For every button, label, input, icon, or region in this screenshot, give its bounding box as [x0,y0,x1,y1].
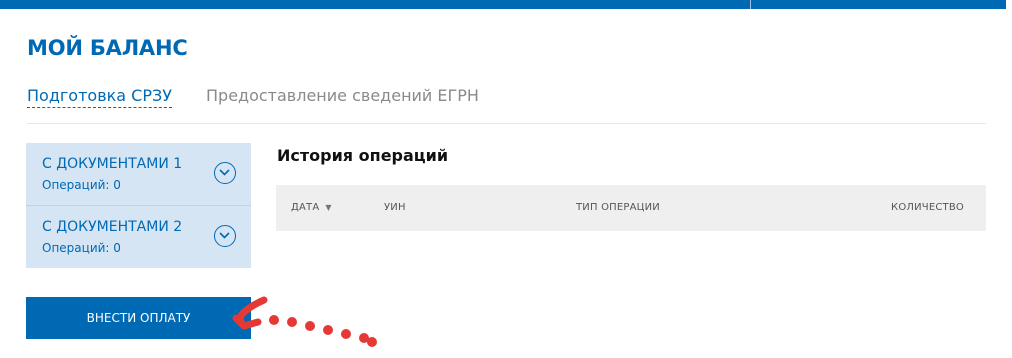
balance-item[interactable]: С ДОКУМЕНТАМИ 2 Операций: 0 [26,206,251,268]
top-bar [0,0,1006,9]
balance-panel: С ДОКУМЕНТАМИ 1 Операций: 0 С ДОКУМЕНТАМ… [26,143,251,268]
dotted-arrow-annotation [232,296,377,347]
tab-egrn[interactable]: Предоставление сведений ЕГРН [206,85,479,107]
expand-button[interactable] [214,162,236,184]
tabs-bar: Подготовка СРЗУ Предоставление сведений … [27,85,986,124]
column-header-date-label: ДАТА [291,202,320,213]
balance-operations-count: Операций: 0 [42,241,121,255]
page-title: МОЙ БАЛАНС [27,36,188,60]
top-bar-divider [750,0,751,9]
balance-operations-count: Операций: 0 [42,178,121,192]
column-header-date[interactable]: ДАТА ▼ [291,202,332,213]
column-header-quantity: КОЛИЧЕСТВО [891,202,964,213]
sort-down-icon: ▼ [325,203,332,212]
history-title: История операций [277,146,449,165]
balance-name: С ДОКУМЕНТАМИ 1 [42,156,183,172]
expand-button[interactable] [214,225,236,247]
history-table-header: ДАТА ▼ УИН ТИП ОПЕРАЦИИ КОЛИЧЕСТВО [276,185,986,231]
balance-item[interactable]: С ДОКУМЕНТАМИ 1 Операций: 0 [26,143,251,206]
make-payment-button[interactable]: ВНЕСТИ ОПЛАТУ [26,297,251,339]
chevron-down-icon [219,232,230,239]
column-header-operation-type: ТИП ОПЕРАЦИИ [576,202,660,213]
chevron-down-icon [219,169,230,176]
column-header-uin: УИН [384,202,406,213]
tab-srzu[interactable]: Подготовка СРЗУ [27,85,172,108]
balance-name: С ДОКУМЕНТАМИ 2 [42,219,183,235]
